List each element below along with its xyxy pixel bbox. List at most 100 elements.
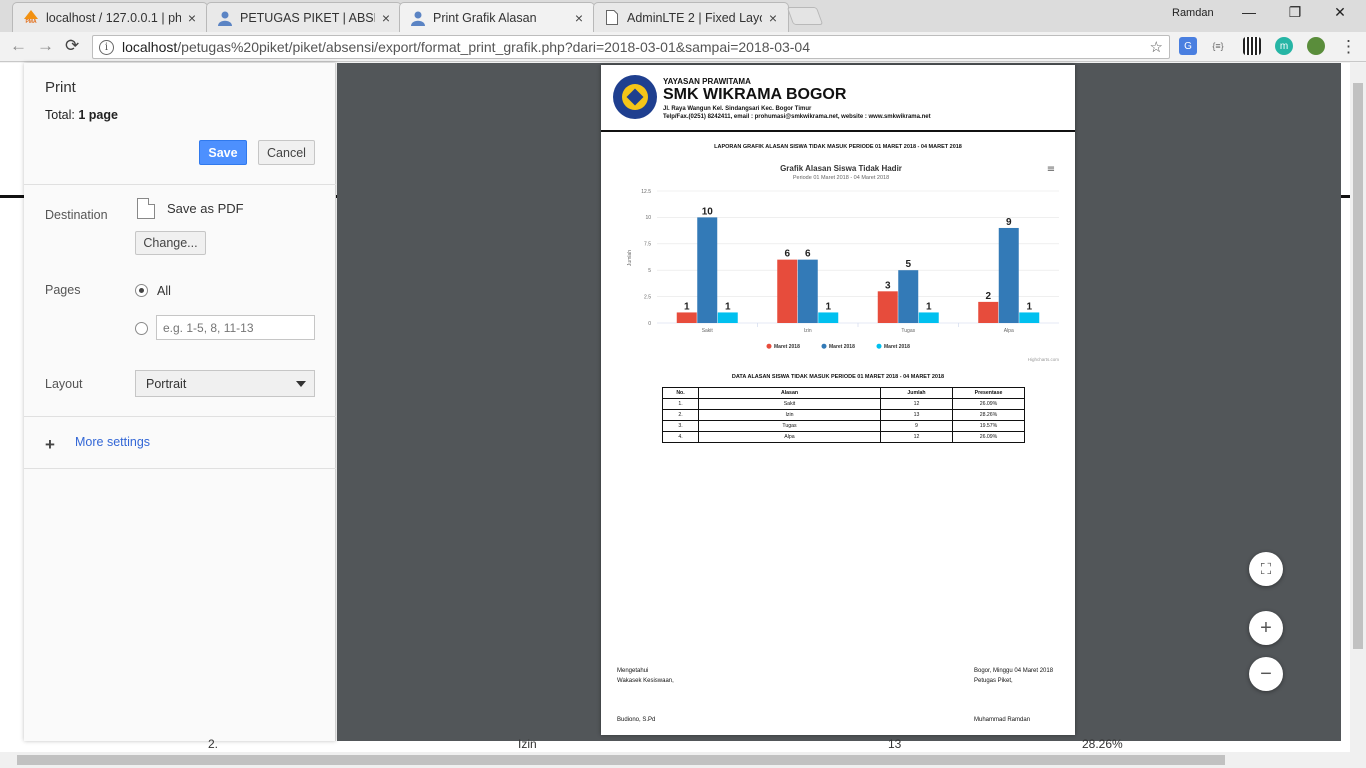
cell-jumlah: 13 xyxy=(880,409,953,421)
summary-table: No. Alasan Jumlah Presentase 1. Sakit 12… xyxy=(662,387,1025,443)
bar-chart: Grafik Alasan Siswa Tidak Hadir Periode … xyxy=(627,164,1060,362)
data-label: 1 xyxy=(825,301,831,312)
qr-code-icon[interactable] xyxy=(1243,37,1261,55)
bookmark-star-icon[interactable]: ☆ xyxy=(1150,38,1163,56)
bar[interactable] xyxy=(898,270,919,323)
json-viewer-icon[interactable]: {≡} xyxy=(1209,37,1227,55)
bar[interactable] xyxy=(818,312,839,323)
sign-left-name: Budiono, S.Pd xyxy=(617,717,656,723)
phpmyadmin-icon: PMA xyxy=(23,10,39,26)
bg-cell: 2. xyxy=(208,737,219,751)
page-icon xyxy=(604,10,620,26)
horizontal-scrollbar[interactable] xyxy=(0,752,1366,768)
divider xyxy=(24,416,336,417)
legend-label[interactable]: Maret 2018 xyxy=(884,344,910,350)
cell-no: 4. xyxy=(662,431,699,443)
legend-label[interactable]: Maret 2018 xyxy=(774,344,800,350)
print-preview-area[interactable]: YAYASAN PRAWITAMA SMK WIKRAMA BOGOR Jl. … xyxy=(337,63,1341,741)
info-icon[interactable]: i xyxy=(99,39,114,55)
tab-phpmyadmin[interactable]: PMA localhost / 127.0.0.1 | php × xyxy=(12,2,208,32)
legend-marker[interactable] xyxy=(876,343,882,349)
close-tab-icon[interactable]: × xyxy=(766,10,780,26)
google-translate-icon[interactable]: G xyxy=(1179,37,1197,55)
bar[interactable] xyxy=(998,227,1019,323)
cell-no: 3. xyxy=(662,420,699,432)
address-bar[interactable]: i localhost/petugas%20piket/piket/absens… xyxy=(92,35,1170,59)
scroll-thumb[interactable] xyxy=(1353,83,1363,649)
bar[interactable] xyxy=(978,301,999,323)
close-tab-icon[interactable]: × xyxy=(379,10,393,26)
tab-print-grafik-alasan[interactable]: Print Grafik Alasan × xyxy=(399,2,595,32)
bar[interactable] xyxy=(797,259,818,323)
plus-icon[interactable]: + xyxy=(45,435,55,455)
reload-icon[interactable]: ⟳ xyxy=(65,36,79,56)
layout-value: Portrait xyxy=(146,376,187,391)
table-title: DATA ALASAN SISWA TIDAK MASUK PERIODE 01… xyxy=(731,374,945,380)
pages-custom-radio[interactable] xyxy=(135,322,148,335)
cell-jumlah: 12 xyxy=(880,398,953,410)
preview-page: YAYASAN PRAWITAMA SMK WIKRAMA BOGOR Jl. … xyxy=(601,65,1075,735)
save-button[interactable]: Save xyxy=(199,140,247,165)
data-label: 1 xyxy=(725,301,731,312)
bar[interactable] xyxy=(777,259,798,323)
profile-name[interactable]: Ramdan xyxy=(1172,7,1214,19)
data-label: 1 xyxy=(1026,301,1032,312)
divider xyxy=(24,184,336,185)
legend-marker[interactable] xyxy=(766,343,772,349)
table-row: 2. Izin 13 28.26% xyxy=(662,409,1025,421)
data-label: 1 xyxy=(926,301,932,312)
close-window-button[interactable]: ✕ xyxy=(1325,4,1355,21)
tab-adminlte[interactable]: AdminLTE 2 | Fixed Layou × xyxy=(593,2,789,32)
school-contact: Telp/Fax.(0251) 8242411, email : prohuma… xyxy=(663,114,931,120)
bar[interactable] xyxy=(697,217,718,323)
x-tick-label: Sakit xyxy=(702,328,714,334)
extension-icon[interactable] xyxy=(1307,37,1325,55)
legend-label[interactable]: Maret 2018 xyxy=(829,344,855,350)
bg-cell: 28.26% xyxy=(1082,737,1123,751)
bg-cell: Izin xyxy=(518,737,537,751)
chart-menu-icon[interactable]: ≡ xyxy=(1047,164,1055,175)
pages-all-radio[interactable] xyxy=(135,284,148,297)
vertical-scrollbar[interactable] xyxy=(1350,63,1366,753)
y-axis-label: Jumlah xyxy=(627,250,633,266)
data-label: 6 xyxy=(784,249,790,260)
bar[interactable] xyxy=(877,291,898,323)
pages-label: Pages xyxy=(45,283,81,297)
forward-icon[interactable]: → xyxy=(37,36,54,56)
back-icon[interactable]: ← xyxy=(10,36,27,56)
user-icon xyxy=(410,10,426,26)
legend-marker[interactable] xyxy=(821,343,827,349)
zoom-in-button[interactable]: + xyxy=(1249,611,1283,645)
zoom-out-button[interactable]: − xyxy=(1249,657,1283,691)
cancel-button[interactable]: Cancel xyxy=(258,140,315,165)
new-tab-button[interactable] xyxy=(786,7,824,25)
total-pages: Total: 1 page xyxy=(45,108,118,122)
pages-range-input[interactable] xyxy=(156,315,315,340)
menu-icon[interactable]: ⋮ xyxy=(1340,37,1357,57)
change-destination-button[interactable]: Change... xyxy=(135,231,206,255)
data-label: 3 xyxy=(885,280,891,291)
layout-select[interactable]: Portrait xyxy=(135,370,315,397)
y-tick-label: 0 xyxy=(648,321,651,327)
table-row: 1. Sakit 12 26.09% xyxy=(662,398,1025,410)
scroll-thumb[interactable] xyxy=(17,755,1225,765)
tab-petugas-piket[interactable]: PETUGAS PIKET | ABSENS × xyxy=(206,2,402,32)
bar[interactable] xyxy=(1019,312,1040,323)
chart-credits[interactable]: Highcharts.com xyxy=(1028,357,1060,362)
more-settings-link[interactable]: More settings xyxy=(75,435,150,449)
cell-presentase: 19.57% xyxy=(952,420,1025,432)
school-logo xyxy=(613,75,657,119)
print-settings-panel: Print Total: 1 page Save Cancel Destinat… xyxy=(24,63,336,741)
minimize-button[interactable]: — xyxy=(1234,4,1264,20)
bar[interactable] xyxy=(676,312,697,323)
y-tick-label: 10 xyxy=(645,215,651,221)
cell-no: 2. xyxy=(662,409,699,421)
mercury-icon[interactable]: m xyxy=(1275,37,1293,55)
close-tab-icon[interactable]: × xyxy=(572,10,586,26)
restore-button[interactable]: ❐ xyxy=(1280,4,1310,21)
close-tab-icon[interactable]: × xyxy=(185,10,199,26)
print-title: Print xyxy=(45,79,76,96)
bar[interactable] xyxy=(717,312,738,323)
fit-to-page-button[interactable]: ⛶ xyxy=(1249,552,1283,586)
bar[interactable] xyxy=(918,312,939,323)
